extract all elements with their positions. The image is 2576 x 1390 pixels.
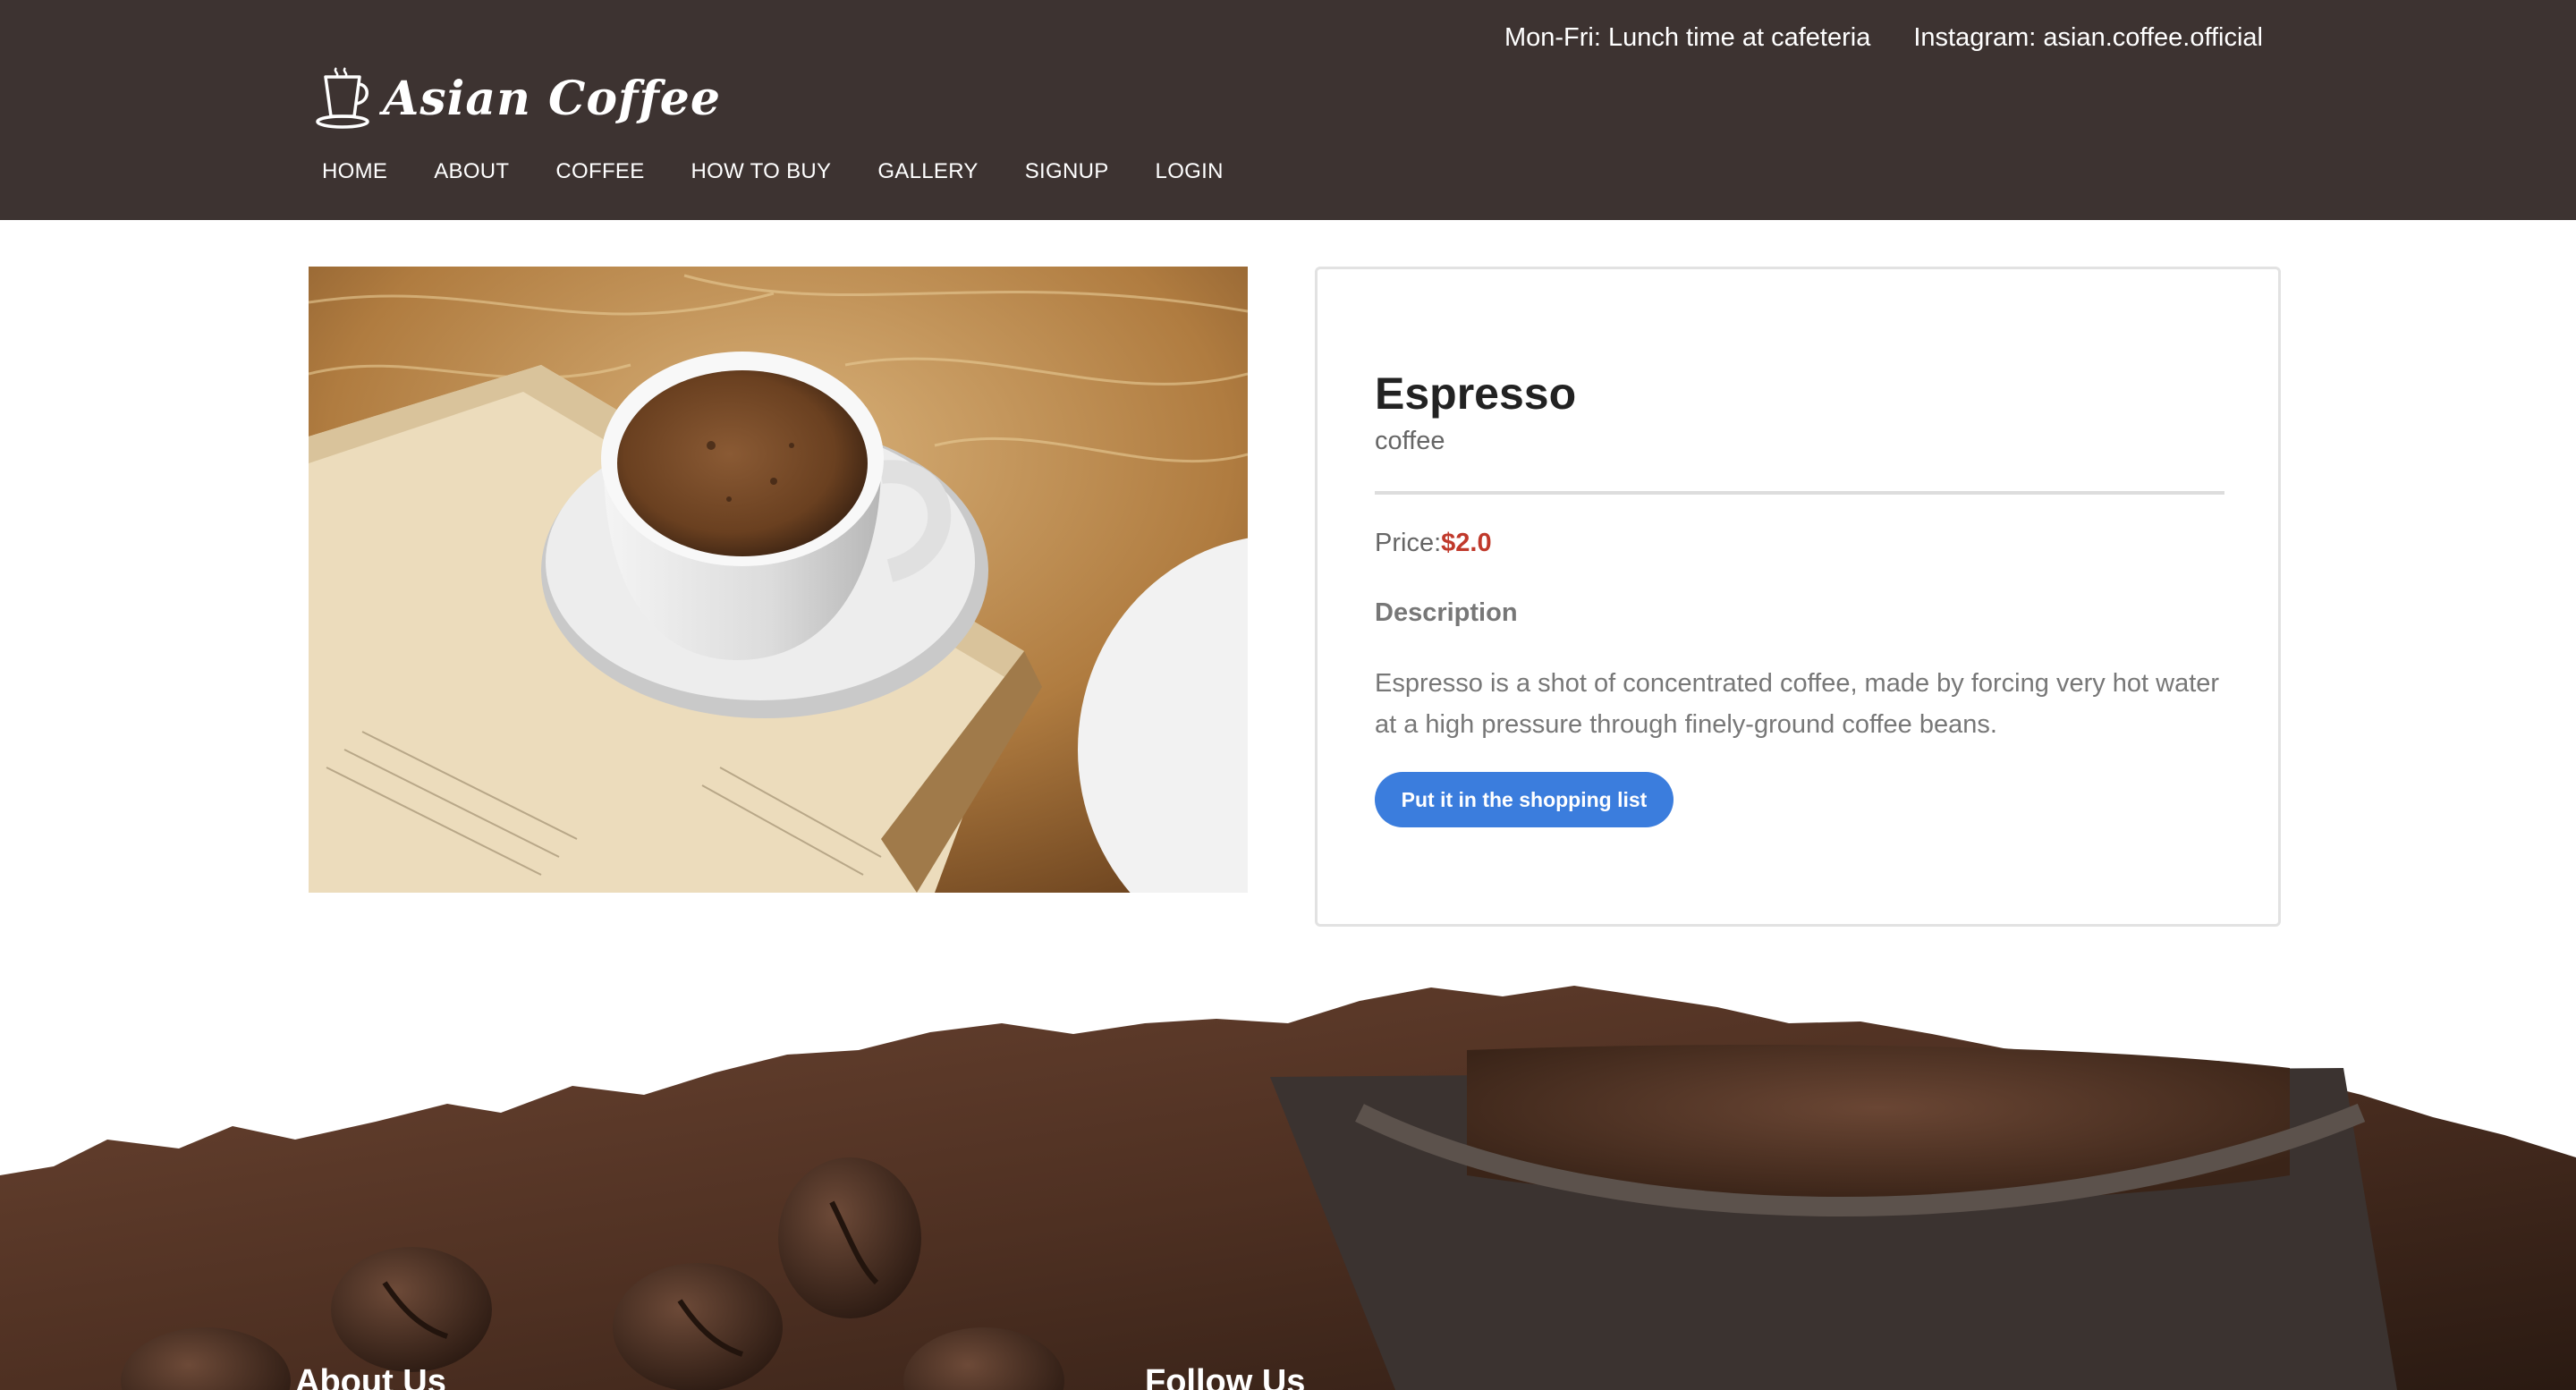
opening-hours-text: Mon-Fri: Lunch time at cafeteria xyxy=(1504,23,1871,52)
description-heading: Description xyxy=(1375,598,1518,627)
instagram-link[interactable]: Instagram: asian.coffee.official xyxy=(1913,23,2263,53)
footer-follow-heading: Follow Us xyxy=(1145,1363,1306,1390)
product-category: coffee xyxy=(1375,427,1445,455)
nav-about[interactable]: ABOUT xyxy=(434,159,509,184)
product-name: Espresso xyxy=(1375,369,1577,419)
add-to-shopping-list-button[interactable]: Put it in the shopping list xyxy=(1375,772,1674,827)
top-info-bar: Mon-Fri: Lunch time at cafeteria Instagr… xyxy=(1504,23,2263,53)
coffee-cup-icon xyxy=(316,67,369,129)
footer-about-heading: About Us xyxy=(295,1363,446,1390)
site-header: Mon-Fri: Lunch time at cafeteria Instagr… xyxy=(0,0,2576,220)
product-card: Espresso coffee Price:$2.0 Description E… xyxy=(1315,267,2281,927)
price-label: Price: xyxy=(1375,529,1442,557)
nav-how-to-buy[interactable]: HOW TO BUY xyxy=(691,159,832,184)
product-description: Espresso is a shot of concentrated coffe… xyxy=(1375,669,2220,739)
site-logo[interactable]: Asian Coffee xyxy=(309,64,721,132)
nav-signup[interactable]: SIGNUP xyxy=(1025,159,1109,184)
main-nav: HOME ABOUT COFFEE HOW TO BUY GALLERY SIG… xyxy=(322,159,1224,184)
footer-coffee-background xyxy=(0,970,2576,1390)
nav-coffee[interactable]: COFFEE xyxy=(555,159,644,184)
espresso-photo xyxy=(309,267,1248,893)
product-price: Price:$2.0 xyxy=(1375,529,1492,558)
product-image xyxy=(309,267,1248,893)
card-divider xyxy=(1375,491,2224,495)
site-footer: About Us Follow Us xyxy=(0,970,2576,1390)
price-value: $2.0 xyxy=(1441,529,1492,557)
logo-text: Asian Coffee xyxy=(383,71,721,126)
nav-home[interactable]: HOME xyxy=(322,159,387,184)
nav-login[interactable]: LOGIN xyxy=(1156,159,1224,184)
nav-gallery[interactable]: GALLERY xyxy=(877,159,978,184)
